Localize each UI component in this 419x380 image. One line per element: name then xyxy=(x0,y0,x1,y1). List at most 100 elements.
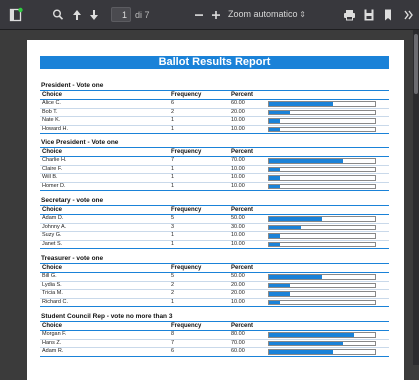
print-icon[interactable] xyxy=(343,6,356,24)
choice-cell: Bob T. xyxy=(42,108,58,115)
frequency-header: Frequency xyxy=(171,265,202,271)
percent-bar-track xyxy=(268,101,376,107)
percent-bar-track xyxy=(268,299,376,306)
scrollbar-thumb[interactable] xyxy=(414,34,418,94)
frequency-header: Frequency xyxy=(171,323,202,329)
section-title: Secretary - vote one xyxy=(41,197,104,204)
frequency-cell: 1 xyxy=(171,232,175,239)
percent-bar xyxy=(269,176,280,180)
frequency-cell: 6 xyxy=(171,348,175,355)
percent-bar-track xyxy=(268,109,376,116)
frequency-header: Frequency xyxy=(171,149,202,155)
percent-bar xyxy=(269,217,322,221)
choice-cell: Richard C. xyxy=(42,298,68,305)
percent-bar-track xyxy=(268,274,376,280)
page-count-label: di 7 xyxy=(135,10,150,20)
percent-bar-track xyxy=(268,233,376,239)
previous-page-icon[interactable] xyxy=(72,6,82,24)
table-header: Choice Frequency Percent xyxy=(40,90,389,100)
percent-cell: 30.00 xyxy=(231,223,245,230)
result-section: President - Vote one Choice Frequency Perce… xyxy=(40,82,389,135)
percent-cell: 10.00 xyxy=(231,125,245,132)
table-row: Lydia S. 2 20.00 xyxy=(40,282,389,291)
table-row: Suzy G. 1 10.00 xyxy=(40,232,389,241)
frequency-header: Frequency xyxy=(171,92,202,98)
percent-bar xyxy=(269,300,280,305)
choice-header: Choice xyxy=(42,149,63,155)
choice-cell: Alice C. xyxy=(42,100,61,106)
percent-header: Percent xyxy=(231,265,254,271)
percent-cell: 80.00 xyxy=(231,331,245,337)
percent-bar xyxy=(269,127,280,132)
percent-cell: 70.00 xyxy=(231,339,245,346)
table-header: Choice Frequency Percent xyxy=(40,147,389,157)
percent-header: Percent xyxy=(231,323,254,329)
percent-bar xyxy=(269,110,291,115)
search-icon[interactable] xyxy=(52,6,64,24)
percent-bar xyxy=(269,350,333,354)
frequency-cell: 5 xyxy=(171,215,175,221)
frequency-cell: 2 xyxy=(171,281,175,288)
table-row: Nate K. 1 10.00 xyxy=(40,117,389,126)
percent-bar xyxy=(269,283,291,288)
bookmark-icon[interactable] xyxy=(383,6,393,24)
percent-cell: 70.00 xyxy=(231,157,245,163)
chevron-updown-icon: ⇕ xyxy=(299,10,306,19)
percent-cell: 20.00 xyxy=(231,290,245,297)
result-section: Student Council Rep - vote no more than … xyxy=(40,313,389,357)
choice-cell: Homer D. xyxy=(42,182,66,189)
frequency-cell: 1 xyxy=(171,117,175,124)
percent-bar-track xyxy=(268,126,376,133)
percent-cell: 60.00 xyxy=(231,348,245,355)
percent-bar-track xyxy=(268,175,376,181)
percent-bar-track xyxy=(268,282,376,289)
percent-cell: 20.00 xyxy=(231,108,245,115)
percent-header: Percent xyxy=(231,207,254,213)
percent-cell: 50.00 xyxy=(231,273,245,279)
table-row: Morgan F. 8 80.00 xyxy=(40,331,389,340)
percent-bar-track xyxy=(268,224,376,231)
next-page-icon[interactable] xyxy=(89,6,99,24)
percent-cell: 60.00 xyxy=(231,100,245,106)
choice-header: Choice xyxy=(42,265,63,271)
percent-bar xyxy=(269,333,354,337)
choice-cell: Adam D. xyxy=(42,215,64,221)
choice-cell: Claire F. xyxy=(42,165,63,172)
choice-cell: Adam R. xyxy=(42,348,64,355)
section-title: Treasurer - vote one xyxy=(41,255,104,262)
table-row: Alice C. 6 60.00 xyxy=(40,100,389,109)
frequency-cell: 5 xyxy=(171,273,175,279)
percent-cell: 10.00 xyxy=(231,174,245,181)
choice-header: Choice xyxy=(42,92,63,98)
zoom-in-icon[interactable] xyxy=(211,6,221,24)
choice-header: Choice xyxy=(42,323,63,329)
table-header: Choice Frequency Percent xyxy=(40,321,389,331)
zoom-out-icon[interactable] xyxy=(194,6,204,24)
percent-bar xyxy=(269,225,301,230)
document-viewer[interactable]: Ballot Results Report President - Vote o… xyxy=(0,30,419,380)
percent-bar xyxy=(269,292,291,296)
choice-header: Choice xyxy=(42,207,63,213)
sidebar-toggle-icon[interactable] xyxy=(9,6,23,24)
table-row: Bob T. 2 20.00 xyxy=(40,109,389,118)
percent-bar-track xyxy=(268,291,376,297)
page-number-input[interactable]: 1 xyxy=(111,7,131,22)
save-icon[interactable] xyxy=(363,6,375,24)
vertical-scrollbar[interactable] xyxy=(413,30,419,365)
frequency-cell: 1 xyxy=(171,182,175,189)
table-row: Richard C. 1 10.00 xyxy=(40,299,389,308)
pdf-toolbar: 1 di 7 Zoom automatico ⇕ xyxy=(0,0,419,30)
percent-bar xyxy=(269,341,344,346)
percent-bar xyxy=(269,102,333,106)
choice-cell: Suzy G. xyxy=(42,232,62,239)
percent-bar xyxy=(269,167,280,172)
section-title: Student Council Rep - vote no more than … xyxy=(41,313,173,320)
percent-cell: 10.00 xyxy=(231,232,245,239)
more-tools-icon[interactable] xyxy=(403,6,415,24)
percent-bar xyxy=(269,159,344,163)
percent-bar-track xyxy=(268,241,376,248)
percent-bar-track xyxy=(268,332,376,338)
percent-cell: 10.00 xyxy=(231,182,245,189)
percent-bar-track xyxy=(268,216,376,222)
zoom-select[interactable]: Zoom automatico ⇕ xyxy=(228,7,310,22)
